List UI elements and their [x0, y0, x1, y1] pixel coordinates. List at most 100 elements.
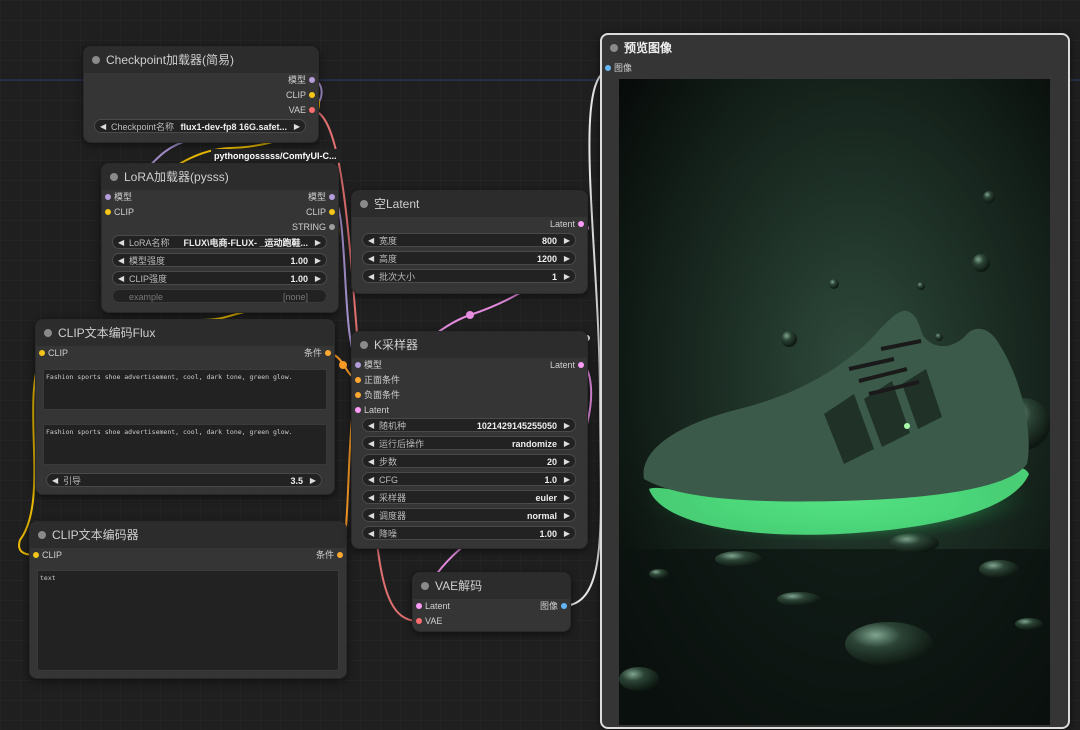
- node-collapse-dot[interactable]: [421, 582, 429, 590]
- input-slot-model[interactable]: [355, 362, 361, 368]
- widget-label: CFG: [379, 475, 398, 485]
- increment-arrow-icon[interactable]: ▶: [564, 455, 570, 469]
- t5xxl-prompt-textarea[interactable]: Fashion sports shoe advertisement, cool,…: [43, 424, 327, 465]
- decrement-arrow-icon[interactable]: ◀: [368, 455, 374, 469]
- output-slot-clip[interactable]: [329, 209, 335, 215]
- increment-arrow-icon[interactable]: ▶: [564, 252, 570, 266]
- node-collapse-dot[interactable]: [92, 56, 100, 64]
- output-slot-vae[interactable]: [309, 107, 315, 113]
- node-title-bar[interactable]: CLIP文本编码Flux: [36, 320, 334, 346]
- output-slot-latent[interactable]: [578, 221, 584, 227]
- clip-strength-number[interactable]: ◀ CLIP强度 1.00 ▶: [112, 271, 327, 285]
- io-row: 正面条件: [352, 373, 587, 388]
- output-slot-image[interactable]: [561, 603, 567, 609]
- output-slot-string[interactable]: [329, 224, 335, 230]
- empty-latent-node[interactable]: 空Latent Latent ◀ 宽度 800 ▶ ◀ 高度 1200 ▶ ◀ …: [351, 190, 588, 294]
- decrement-arrow-icon[interactable]: ◀: [118, 236, 124, 250]
- increment-arrow-icon[interactable]: ▶: [564, 491, 570, 505]
- input-slot-image[interactable]: [605, 65, 611, 71]
- node-collapse-dot[interactable]: [44, 329, 52, 337]
- node-title-bar[interactable]: 预览图像: [602, 35, 1068, 61]
- output-slot-model[interactable]: [329, 194, 335, 200]
- wire-reroute-dot: [339, 361, 347, 369]
- input-slot-model[interactable]: [105, 194, 111, 200]
- input-slot-positive[interactable]: [355, 377, 361, 383]
- model-strength-number[interactable]: ◀ 模型强度 1.00 ▶: [112, 253, 327, 267]
- lora-name-combo[interactable]: ◀ LoRA名称 FLUX\电商-FLUX- _运动跑鞋... ▶: [112, 235, 327, 249]
- cfg-number[interactable]: ◀ CFG 1.0 ▶: [362, 472, 576, 486]
- increment-arrow-icon[interactable]: ▶: [315, 272, 321, 286]
- decrement-arrow-icon[interactable]: ◀: [100, 120, 106, 134]
- node-title-bar[interactable]: K采样器: [352, 332, 587, 358]
- preview-image-node[interactable]: 预览图像 图像: [600, 33, 1070, 729]
- increment-arrow-icon[interactable]: ▶: [564, 419, 570, 433]
- input-slot-clip[interactable]: [33, 552, 39, 558]
- node-collapse-dot[interactable]: [360, 200, 368, 208]
- increment-arrow-icon[interactable]: ▶: [564, 509, 570, 523]
- node-collapse-dot[interactable]: [360, 341, 368, 349]
- decrement-arrow-icon[interactable]: ◀: [368, 527, 374, 541]
- node-title-bar[interactable]: VAE解码: [413, 573, 570, 599]
- control-after-generate-combo[interactable]: ◀ 运行后操作 randomize ▶: [362, 436, 576, 450]
- increment-arrow-icon[interactable]: ▶: [564, 234, 570, 248]
- decrement-arrow-icon[interactable]: ◀: [118, 254, 124, 268]
- decrement-arrow-icon[interactable]: ◀: [368, 473, 374, 487]
- denoise-number[interactable]: ◀ 降噪 1.00 ▶: [362, 526, 576, 540]
- prompt-textarea[interactable]: text: [37, 570, 339, 671]
- clip-text-encode-flux-node[interactable]: CLIP文本编码Flux CLIP 条件 Fashion sports shoe…: [35, 319, 335, 495]
- guidance-number[interactable]: ◀ 引导 3.5 ▶: [46, 473, 322, 487]
- decrement-arrow-icon[interactable]: ◀: [368, 437, 374, 451]
- increment-arrow-icon[interactable]: ▶: [564, 437, 570, 451]
- input-label: Latent: [364, 405, 390, 415]
- increment-arrow-icon[interactable]: ▶: [315, 254, 321, 268]
- width-number[interactable]: ◀ 宽度 800 ▶: [362, 233, 576, 247]
- decrement-arrow-icon[interactable]: ◀: [368, 491, 374, 505]
- input-slot-latent[interactable]: [355, 407, 361, 413]
- node-title-bar[interactable]: Checkpoint加载器(简易): [84, 47, 318, 73]
- increment-arrow-icon[interactable]: ▶: [564, 473, 570, 487]
- node-title-bar[interactable]: 空Latent: [352, 191, 587, 217]
- input-slot-vae[interactable]: [416, 618, 422, 624]
- node-collapse-dot[interactable]: [610, 44, 618, 52]
- node-title-bar[interactable]: LoRA加载器(pysss): [102, 164, 338, 190]
- node-collapse-dot[interactable]: [38, 531, 46, 539]
- output-slot-conditioning[interactable]: [325, 350, 331, 356]
- widget-value: 1200: [536, 254, 557, 264]
- decrement-arrow-icon[interactable]: ◀: [368, 509, 374, 523]
- input-slot-clip[interactable]: [105, 209, 111, 215]
- decrement-arrow-icon[interactable]: ◀: [368, 419, 374, 433]
- increment-arrow-icon[interactable]: ▶: [310, 474, 316, 488]
- preview-image[interactable]: [619, 79, 1050, 725]
- ksampler-node[interactable]: K采样器 模型 Latent 正面条件 负面条件 Latent ◀ 随机种 10…: [351, 331, 588, 549]
- batch-size-number[interactable]: ◀ 批次大小 1 ▶: [362, 269, 576, 283]
- steps-number[interactable]: ◀ 步数 20 ▶: [362, 454, 576, 468]
- clip-l-prompt-textarea[interactable]: Fashion sports shoe advertisement, cool,…: [43, 369, 327, 410]
- scheduler-combo[interactable]: ◀ 调度器 normal ▶: [362, 508, 576, 522]
- increment-arrow-icon[interactable]: ▶: [315, 236, 321, 250]
- sampler-combo[interactable]: ◀ 采样器 euler ▶: [362, 490, 576, 504]
- lora-loader-node[interactable]: LoRA加载器(pysss) 模型 模型 CLIP CLIP STRING ◀ …: [101, 163, 339, 313]
- node-collapse-dot[interactable]: [110, 173, 118, 181]
- increment-arrow-icon[interactable]: ▶: [294, 120, 300, 134]
- output-slot-conditioning[interactable]: [337, 552, 343, 558]
- seed-number[interactable]: ◀ 随机种 1021429145255050 ▶: [362, 418, 576, 432]
- decrement-arrow-icon[interactable]: ◀: [368, 252, 374, 266]
- height-number[interactable]: ◀ 高度 1200 ▶: [362, 251, 576, 265]
- node-title-bar[interactable]: CLIP文本编码器: [30, 522, 346, 548]
- decrement-arrow-icon[interactable]: ◀: [368, 234, 374, 248]
- checkpoint-loader-node[interactable]: Checkpoint加载器(简易) 模型 CLIP VAE ◀ Checkpoi…: [83, 46, 319, 143]
- clip-text-encode-node[interactable]: CLIP文本编码器 CLIP 条件 text: [29, 521, 347, 679]
- input-slot-latent[interactable]: [416, 603, 422, 609]
- increment-arrow-icon[interactable]: ▶: [564, 527, 570, 541]
- input-slot-clip[interactable]: [39, 350, 45, 356]
- increment-arrow-icon[interactable]: ▶: [564, 270, 570, 284]
- output-slot-model[interactable]: [309, 77, 315, 83]
- decrement-arrow-icon[interactable]: ◀: [118, 272, 124, 286]
- output-slot-clip[interactable]: [309, 92, 315, 98]
- decrement-arrow-icon[interactable]: ◀: [368, 270, 374, 284]
- vae-decode-node[interactable]: VAE解码 Latent 图像 VAE: [412, 572, 571, 632]
- input-slot-negative[interactable]: [355, 392, 361, 398]
- decrement-arrow-icon[interactable]: ◀: [52, 474, 58, 488]
- output-slot-latent[interactable]: [578, 362, 584, 368]
- checkpoint-name-combo[interactable]: ◀ Checkpoint名称 flux1-dev-fp8 16G.safet..…: [94, 119, 306, 133]
